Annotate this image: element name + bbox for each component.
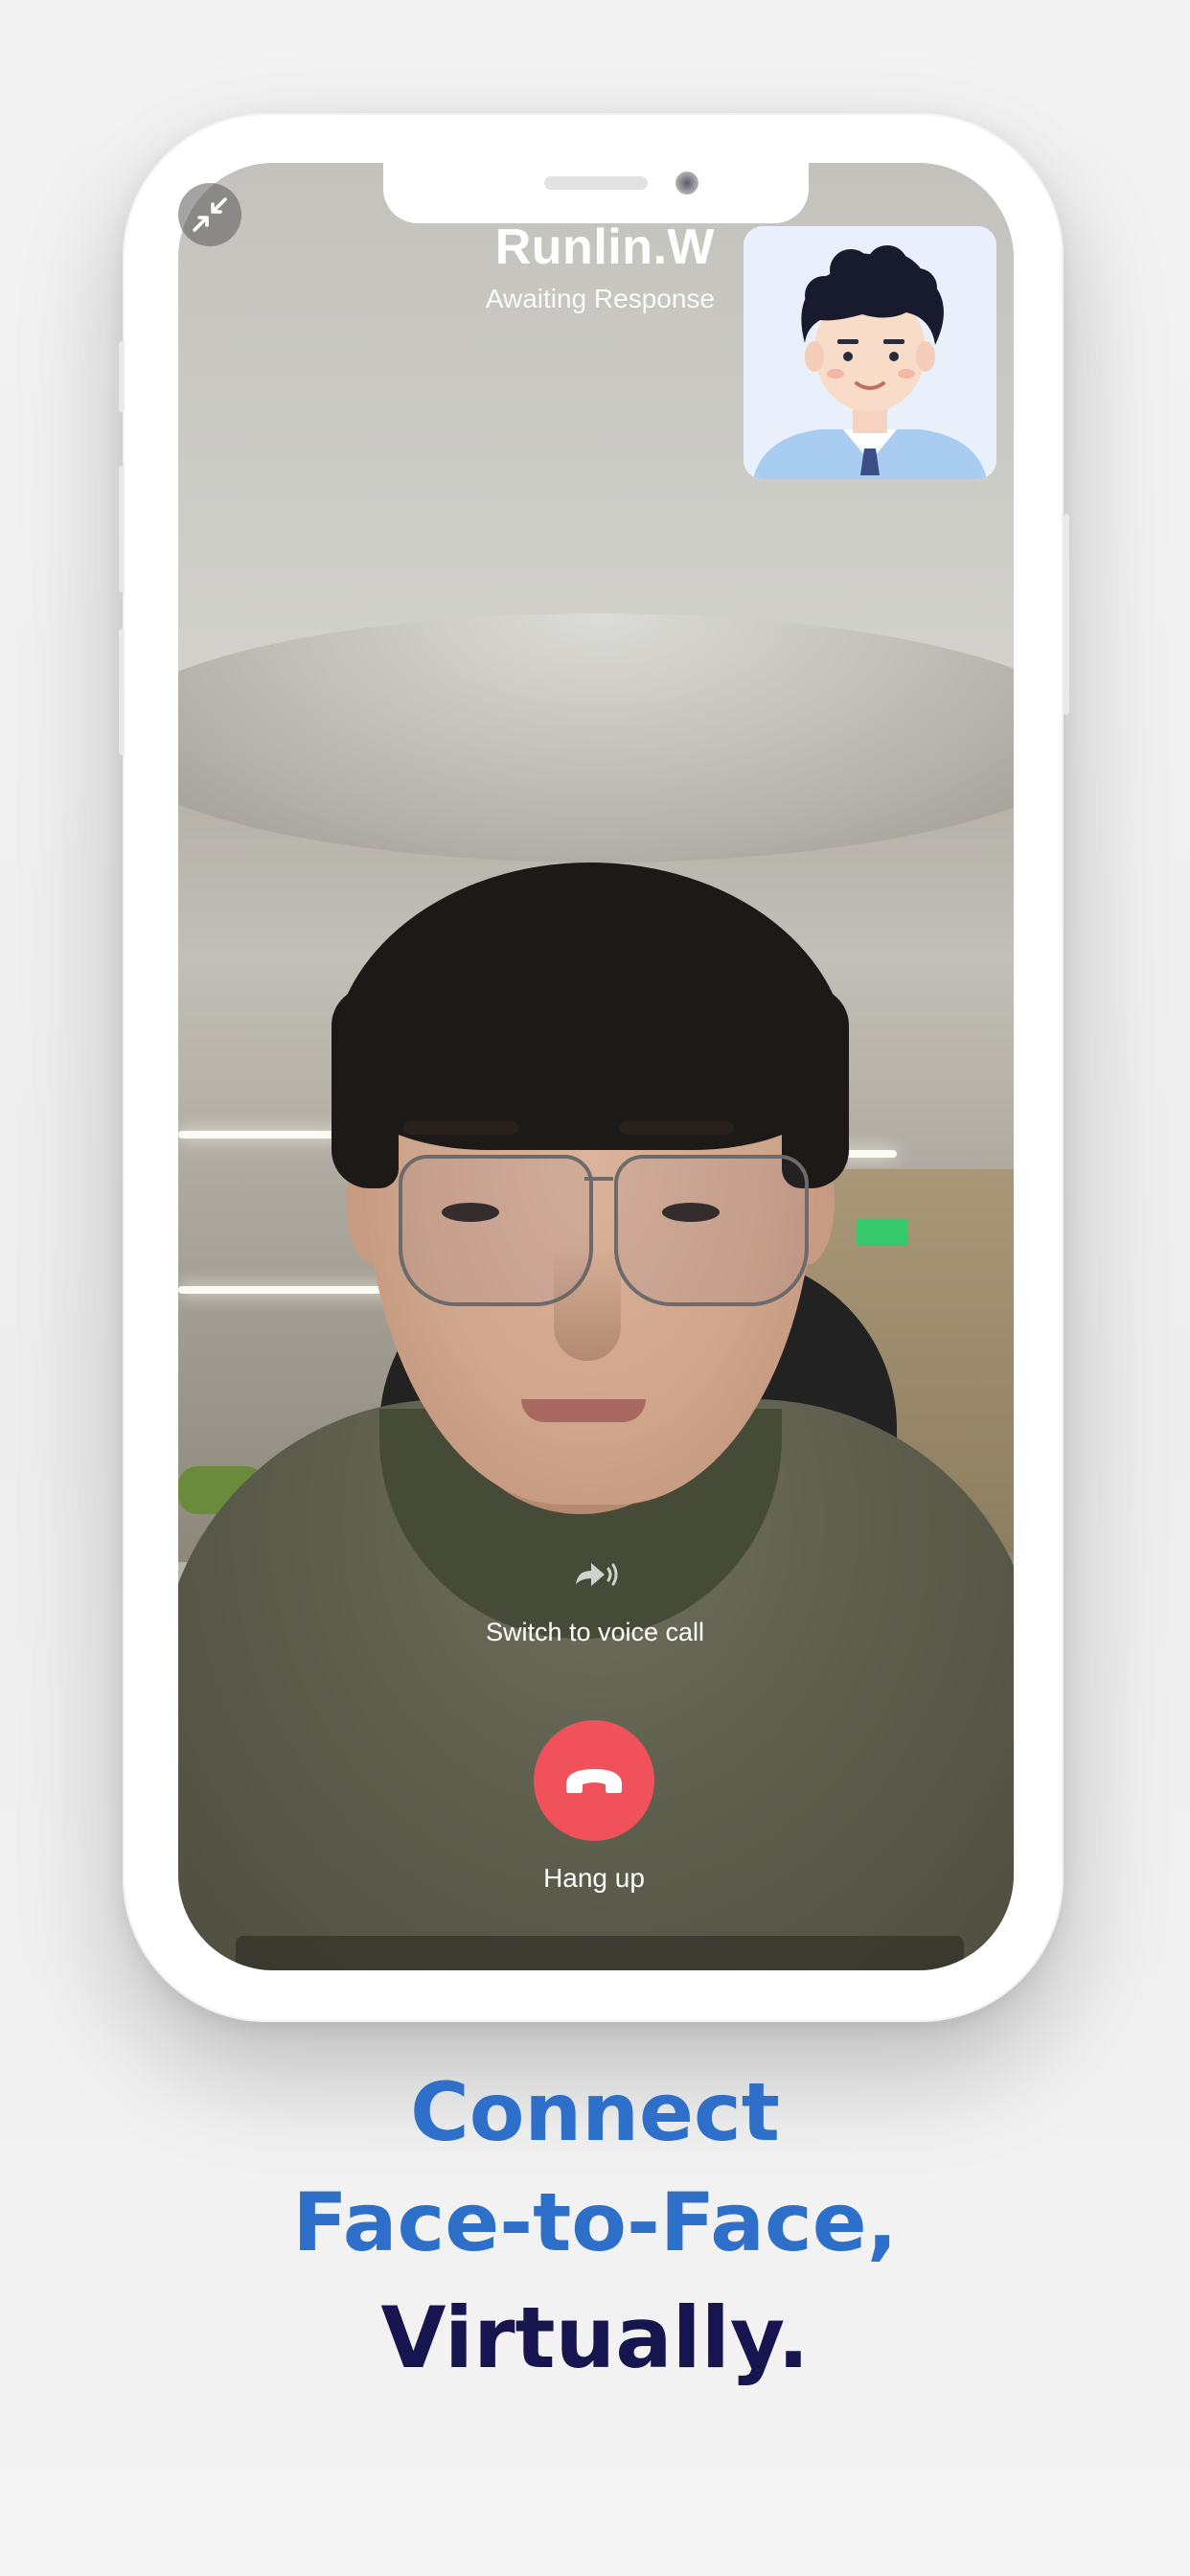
remote-avatar-tile[interactable] — [744, 226, 996, 479]
phone-side-button — [119, 466, 125, 592]
voice-call-icon[interactable] — [570, 1557, 620, 1596]
phone-notch — [383, 163, 809, 223]
shirt-print — [236, 1936, 964, 1970]
person-nose — [554, 1246, 621, 1361]
earpiece-speaker — [544, 176, 648, 190]
phone-side-button — [119, 341, 125, 412]
hang-up-label: Hang up — [543, 1863, 645, 1893]
caller-name: Runlin.W — [494, 219, 715, 275]
ceiling-light — [178, 1131, 341, 1138]
exit-sign — [857, 1219, 908, 1246]
avatar — [744, 226, 996, 479]
person-mouth — [521, 1399, 646, 1422]
person-hair — [332, 987, 399, 1188]
minimize-call-button[interactable] — [178, 183, 241, 246]
switch-to-voice-button[interactable]: Switch to voice call — [418, 1618, 772, 1647]
person-eyebrow — [403, 1121, 518, 1135]
ceiling-light — [178, 1286, 399, 1294]
glasses-lens — [614, 1155, 809, 1306]
front-camera — [675, 172, 698, 195]
glasses-bridge — [584, 1177, 613, 1181]
headline-line-1: Connect — [410, 2065, 780, 2159]
person-eyebrow — [619, 1121, 734, 1135]
phone-hangup-icon — [566, 1769, 622, 1793]
call-status: Awaiting Response — [485, 284, 715, 313]
hang-up-button[interactable] — [534, 1720, 654, 1841]
ceiling-edge — [178, 613, 1014, 862]
phone-side-button — [119, 629, 125, 755]
headline-line-2: Face-to-Face, — [292, 2175, 898, 2269]
collapse-arrows-icon — [193, 197, 227, 232]
phone-side-button — [1064, 514, 1069, 715]
headline-line-3: Virtually. — [380, 2288, 810, 2387]
